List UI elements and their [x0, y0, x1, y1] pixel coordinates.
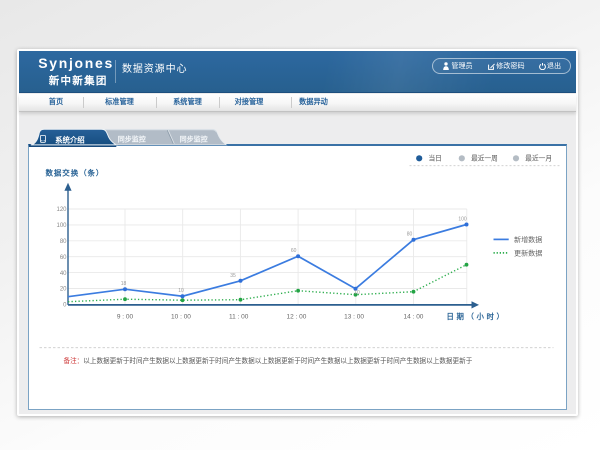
- svg-text:同步监控: 同步监控: [179, 134, 207, 143]
- svg-text:40: 40: [60, 271, 67, 277]
- svg-text:100: 100: [57, 223, 68, 229]
- svg-text:最近一月: 最近一月: [526, 153, 553, 162]
- svg-text:13 : 00: 13 : 00: [345, 313, 365, 320]
- svg-text:更新数据: 更新数据: [514, 248, 542, 257]
- svg-text:日期（小时）: 日期（小时）: [447, 312, 507, 321]
- svg-text:10 : 00: 10 : 00: [172, 313, 192, 320]
- svg-text:80: 80: [60, 239, 67, 245]
- svg-text:18: 18: [121, 281, 127, 287]
- svg-text:系统介绍: 系统介绍: [55, 135, 85, 144]
- svg-text:60: 60: [291, 248, 297, 254]
- svg-text:80: 80: [407, 231, 413, 237]
- svg-text:新增数据: 新增数据: [514, 235, 542, 244]
- svg-text:9 : 00: 9 : 00: [117, 313, 134, 320]
- svg-text:同步监控: 同步监控: [117, 134, 145, 143]
- svg-text:10: 10: [355, 290, 361, 296]
- svg-text:数据交换（条）: 数据交换（条）: [46, 167, 105, 177]
- svg-text:11 : 00: 11 : 00: [229, 313, 249, 320]
- svg-text:当日: 当日: [429, 153, 442, 162]
- svg-text:35: 35: [231, 273, 237, 279]
- svg-text:20: 20: [60, 286, 67, 292]
- svg-text:60: 60: [60, 255, 67, 261]
- svg-text:120: 120: [57, 207, 68, 213]
- svg-text:0: 0: [64, 302, 68, 308]
- svg-text:12 : 00: 12 : 00: [287, 313, 307, 320]
- svg-text:100: 100: [459, 216, 468, 222]
- svg-text:10: 10: [179, 288, 185, 294]
- svg-text:备注：以上数据更新于时间产生数据以上数据更新于时间产生数据以: 备注：以上数据更新于时间产生数据以上数据更新于时间产生数据以上数据更新于时间产生…: [64, 356, 473, 365]
- svg-text:最近一周: 最近一周: [472, 153, 499, 162]
- svg-text:14 : 00: 14 : 00: [404, 313, 424, 320]
